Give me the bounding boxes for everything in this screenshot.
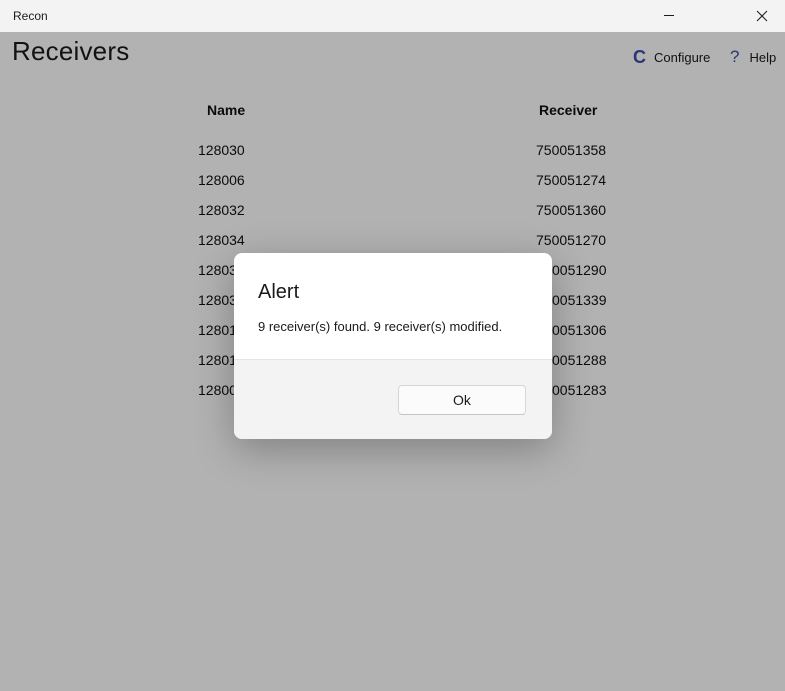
app-name: Recon [13,9,48,23]
alert-dialog: Alert 9 receiver(s) found. 9 receiver(s)… [234,253,552,439]
minimize-button[interactable] [646,0,692,32]
close-button[interactable] [739,0,785,32]
minimize-icon [664,15,674,16]
app-window: Recon Receivers C Configure ? Help Name … [0,0,785,691]
dialog-footer: Ok [234,359,552,439]
ok-button[interactable]: Ok [398,385,526,415]
dialog-title: Alert [258,281,300,303]
dialog-message: 9 receiver(s) found. 9 receiver(s) modif… [258,319,503,334]
title-bar[interactable]: Recon [0,0,785,32]
close-icon [756,10,768,22]
